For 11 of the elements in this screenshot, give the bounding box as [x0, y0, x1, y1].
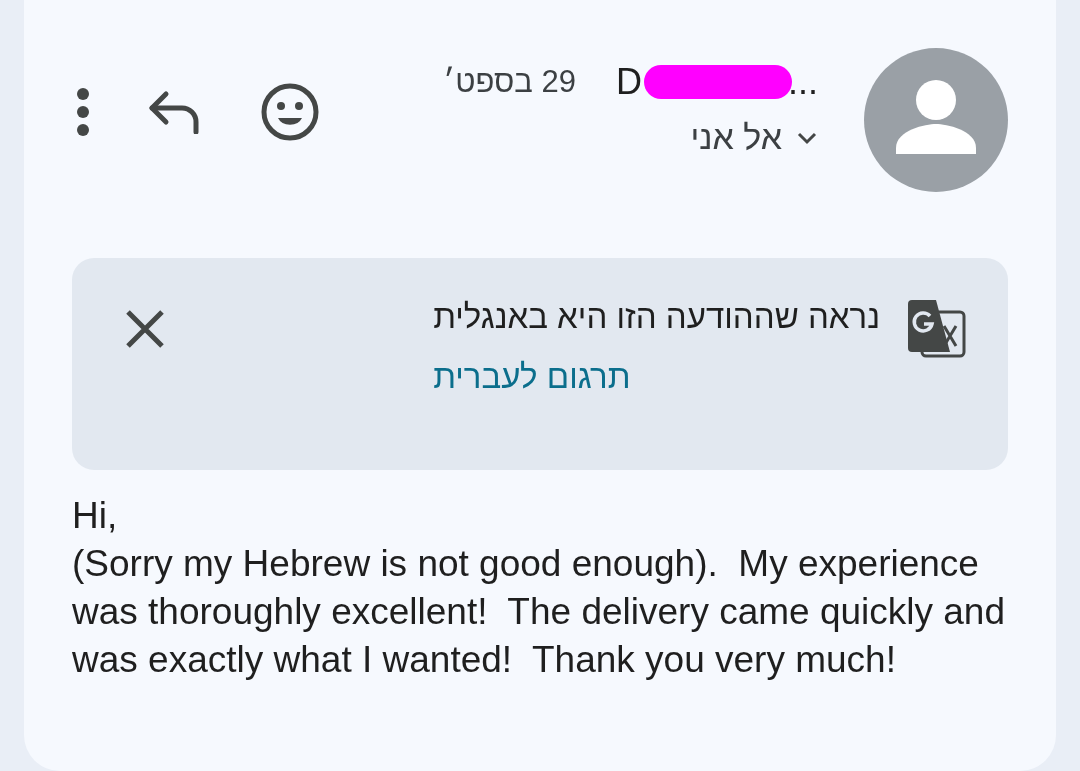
language-notice: נראה שההודעה הזו היא באנגלית [433, 298, 880, 336]
translate-icon [906, 298, 968, 360]
ellipsis-text: ... [788, 61, 818, 103]
message-text: (Sorry my Hebrew is not good enough). My experience was thoroughly excellent! The delivery came quickly and was exactly what I wanted! Thank you very much! [72, 542, 1007, 682]
translate-link[interactable]: תרגום לעברית [433, 358, 631, 396]
message-text: Hi, [72, 494, 119, 538]
date-text: 29 בספט׳ [443, 64, 576, 100]
sender-name: D [616, 61, 642, 103]
recipient-button[interactable]: אל אני [690, 104, 818, 157]
chevron-icon [796, 130, 818, 145]
avatar-icon[interactable] [864, 48, 1008, 192]
